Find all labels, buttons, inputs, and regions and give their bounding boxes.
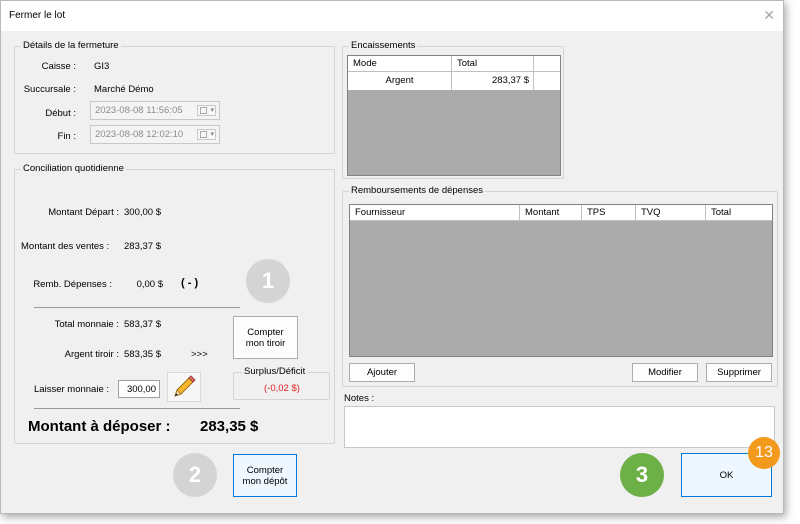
remb-depenses-label: Remb. Dépenses : (33, 279, 112, 290)
notes-textarea[interactable] (344, 406, 775, 448)
remboursements-title: Remboursements de dépenses (349, 185, 486, 196)
arrows-indicator: >>> (191, 349, 208, 360)
fin-label: Fin : (57, 131, 76, 142)
count-drawer-button[interactable]: Compter mon tiroir (233, 316, 298, 359)
table-row[interactable]: Argent 283,37 $ (348, 72, 560, 90)
montant-ventes-value: 283,37 $ (124, 241, 161, 252)
edit-change-button[interactable] (167, 372, 201, 402)
step-1-number: 1 (261, 268, 275, 293)
conciliation-group-title: Conciliation quotidienne (21, 163, 126, 174)
montant-depart-label: Montant Départ : (48, 207, 119, 218)
pencil-icon (174, 375, 196, 397)
succursale-label: Succursale : (23, 84, 76, 95)
fin-datetime-value: 2023-08-08 12:02:10 (95, 129, 184, 140)
montant-depart-value: 300,00 $ (124, 207, 161, 218)
close-icon[interactable]: ✕ (763, 7, 775, 24)
step-count-badge: 13 (748, 437, 780, 469)
montant-deposer-value: 283,35 $ (200, 418, 259, 435)
modify-button[interactable]: Modifier (632, 363, 698, 382)
surplus-group: Surplus/Déficit (-0,02 $) (233, 366, 330, 400)
surplus-value: (-0,02 $) (264, 383, 300, 394)
count-deposit-button[interactable]: Compter mon dépôt (233, 454, 297, 497)
col-total[interactable]: Total (452, 56, 534, 72)
remboursements-grid[interactable]: Fournisseur Montant TPS TVQ Total (349, 204, 773, 357)
grid-header: Fournisseur Montant TPS TVQ Total (350, 205, 772, 221)
encaissements-grid[interactable]: Mode Total Argent 283,37 $ (347, 55, 561, 176)
col-tvq[interactable]: TVQ (636, 205, 706, 221)
ok-label: OK (719, 469, 734, 481)
argent-tiroir-value: 583,35 $ (124, 349, 161, 360)
step-2-marker: 2 (173, 453, 217, 497)
separator-line (34, 408, 240, 409)
col-total[interactable]: Total (706, 205, 774, 221)
modify-label: Modifier (648, 367, 682, 378)
step-3-marker: 3 (620, 453, 664, 497)
title-bar: Fermer le lot ✕ (1, 1, 783, 31)
col-fournisseur[interactable]: Fournisseur (350, 205, 520, 221)
remb-depenses-value: 0,00 $ (136, 279, 163, 290)
argent-tiroir-label: Argent tiroir : (64, 349, 119, 360)
add-label: Ajouter (366, 367, 398, 378)
badge-number: 13 (755, 444, 773, 461)
debut-label: Début : (45, 108, 76, 119)
add-button[interactable]: Ajouter (349, 363, 415, 382)
row-total: 283,37 $ (452, 72, 534, 90)
laisser-monnaie-label: Laisser monnaie : (34, 384, 109, 395)
delete-button[interactable]: Supprimer (706, 363, 772, 382)
step-2-number: 2 (188, 462, 202, 487)
laisser-monnaie-input[interactable]: 300,00 (118, 380, 160, 398)
col-mode[interactable]: Mode (348, 56, 452, 72)
total-monnaie-label: Total monnaie : (54, 319, 119, 330)
calendar-dropdown-icon[interactable]: ▾ (197, 129, 216, 140)
count-deposit-label: Compter mon dépôt (242, 464, 288, 487)
laisser-monnaie-value: 300,00 (126, 384, 156, 395)
total-monnaie-value: 583,37 $ (124, 319, 161, 330)
grid-header: Mode Total (348, 56, 560, 72)
surplus-title: Surplus/Déficit (242, 366, 308, 377)
window-title: Fermer le lot (9, 10, 66, 21)
calendar-dropdown-icon[interactable]: ▾ (197, 105, 216, 116)
debut-datetime-value: 2023-08-08 11:56:05 (95, 105, 183, 116)
details-group-title: Détails de la fermeture (21, 40, 121, 51)
col-montant[interactable]: Montant (520, 205, 582, 221)
caisse-label: Caisse : (41, 61, 76, 72)
fin-datetime-picker[interactable]: 2023-08-08 12:02:10 ▾ (90, 125, 220, 144)
encaissements-title: Encaissements (349, 40, 418, 51)
count-drawer-label: Compter mon tiroir (245, 326, 286, 349)
montant-deposer-label: Montant à déposer : (28, 418, 171, 435)
remb-sign: ( - ) (181, 277, 199, 289)
montant-ventes-label: Montant des ventes : (21, 241, 110, 252)
caisse-value: GI3 (94, 61, 110, 72)
close-batch-dialog: Fermer le lot ✕ Détails de la fermeture … (0, 0, 784, 514)
delete-label: Supprimer (717, 367, 761, 378)
succursale-value: Marché Démo (94, 84, 154, 95)
debut-datetime-picker[interactable]: 2023-08-08 11:56:05 ▾ (90, 101, 220, 120)
step-3-number: 3 (635, 462, 649, 487)
separator-line (34, 307, 240, 308)
col-tps[interactable]: TPS (582, 205, 636, 221)
notes-label: Notes : (344, 393, 375, 404)
row-mode: Argent (348, 72, 452, 90)
step-1-marker: 1 (246, 259, 290, 303)
